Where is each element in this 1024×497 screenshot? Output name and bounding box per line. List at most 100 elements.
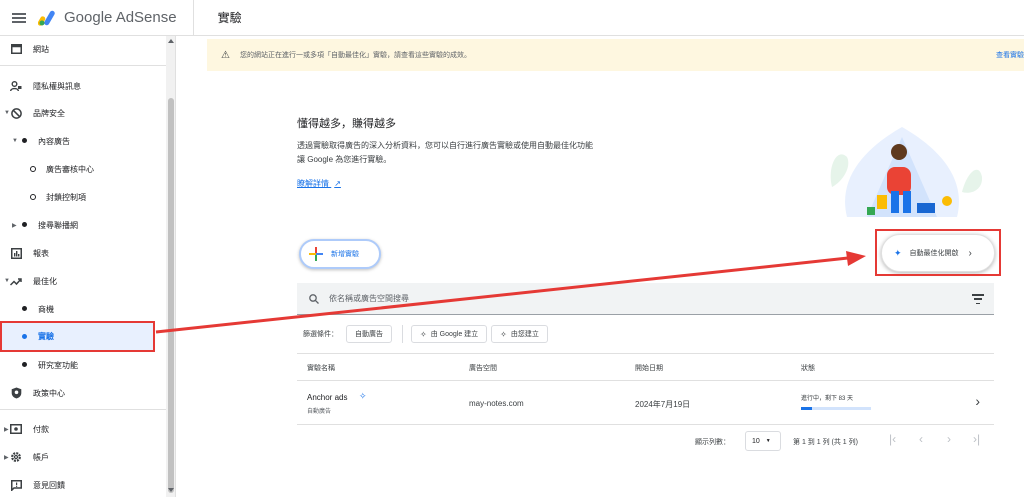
chip-label: 由您建立	[510, 331, 539, 338]
chip-user-created[interactable]: ✧ 由您建立	[491, 325, 548, 343]
column-header: 實驗名稱	[307, 365, 335, 372]
filter-icon[interactable]	[972, 294, 984, 304]
filter-label: 篩選條件：	[303, 331, 338, 338]
new-experiment-button[interactable]: 新增實驗	[299, 239, 381, 269]
sidebar-item-privacy[interactable]: 隱私權與訊息	[0, 73, 166, 99]
adsense-logo-icon	[38, 10, 55, 26]
sidebar-item-feedback[interactable]: 意見回饋	[0, 472, 166, 497]
banner-text: 您的網站正在進行一或多項「自動最佳化」實驗，請查看這些實驗的成效。	[239, 52, 471, 59]
payment-icon	[10, 423, 22, 435]
rows-per-page-value: 10	[752, 437, 760, 445]
status-text: 進行中，剩下 83 天	[801, 396, 854, 402]
sidebar-item-experiments[interactable]: 實驗	[0, 321, 155, 352]
chip-label: 自動廣告	[355, 331, 383, 338]
policy-icon	[10, 387, 22, 399]
caret-right-icon: ▶	[4, 454, 9, 461]
prev-page-icon[interactable]: ‹	[919, 432, 923, 446]
sidebar-item-label: 研究室功能	[38, 360, 78, 370]
caret-right-icon: ▶	[12, 222, 17, 229]
site-icon	[10, 43, 22, 55]
main-content: ⚠ 您的網站正在進行一或多項「自動最佳化」實驗，請查看這些實驗的成效。 查看實驗…	[177, 37, 1024, 497]
sidebar-item-account[interactable]: ▶ 帳戶	[0, 444, 166, 470]
adsense-logo[interactable]: Google AdSense	[38, 9, 177, 26]
search-bar[interactable]: 依名稱或廣告空間搜尋	[297, 283, 994, 315]
sidebar-item-labs[interactable]: 研究室功能	[0, 352, 166, 378]
sidebar-item-label: 最佳化	[33, 276, 57, 286]
caret-down-icon: ▼	[12, 138, 18, 144]
menu-icon[interactable]	[12, 12, 26, 23]
scroll-down-icon[interactable]	[168, 488, 174, 492]
learn-more-link[interactable]: 瞭解詳情 ↗	[297, 178, 341, 189]
search-icon	[309, 293, 319, 304]
sidebar-item-reports[interactable]: 報表	[0, 240, 166, 266]
pagination: 顯示列數： 10 ▼ 第 1 到 1 列 (共 1 列) |‹ ‹ › ›|	[297, 429, 994, 455]
wand-icon: ✧	[500, 329, 507, 339]
feedback-icon	[10, 479, 22, 491]
sidebar-item-optimization[interactable]: ▼ 最佳化	[0, 268, 166, 294]
bullet-icon	[22, 362, 27, 367]
sidebar-item-blocking[interactable]: 封鎖控制項	[0, 184, 166, 210]
notice-banner: ⚠ 您的網站正在進行一或多項「自動最佳化」實驗，請查看這些實驗的成效。 查看實驗	[207, 39, 1024, 71]
chevron-right-icon[interactable]: ›	[975, 393, 980, 409]
sidebar-item-label: 商機	[38, 304, 54, 314]
gear-icon	[10, 451, 22, 463]
sidebar-divider	[0, 65, 166, 66]
scroll-thumb[interactable]	[168, 98, 174, 493]
sidebar-item-label: 報表	[33, 248, 49, 258]
sidebar-item-label: 內容廣告	[38, 136, 70, 146]
bullet-icon	[22, 306, 27, 311]
sidebar-item-label: 搜尋聯播網	[38, 220, 78, 230]
sidebar-item-ad-review[interactable]: 廣告審核中心	[0, 156, 166, 182]
rows-per-page-select[interactable]: 10 ▼	[745, 431, 781, 451]
scroll-up-icon[interactable]	[168, 39, 174, 43]
warning-icon: ⚠	[221, 49, 230, 61]
hero-desc-line: 讓 Google 為您進行實驗。	[297, 155, 392, 164]
sidebar-item-brand-safety[interactable]: ▼ 品牌安全	[0, 100, 166, 126]
top-bar: Google AdSense 實驗	[0, 0, 1024, 36]
sidebar-item-label: 廣告審核中心	[46, 164, 94, 174]
bullet-icon	[22, 334, 27, 339]
next-page-icon[interactable]: ›	[947, 432, 951, 446]
view-experiments-link[interactable]: 查看實驗	[996, 50, 1024, 60]
block-icon	[10, 107, 22, 119]
sidebar-item-content-ads[interactable]: ▼ 內容廣告	[0, 128, 166, 154]
rows-per-page-label: 顯示列數：	[695, 439, 730, 446]
top-divider	[192, 0, 194, 36]
column-header: 狀態	[801, 365, 815, 372]
chip-google-created[interactable]: ✧ 由 Google 建立	[411, 325, 488, 343]
sparkle-icon: ✦	[894, 247, 902, 258]
ring-bullet-icon	[30, 194, 36, 200]
sidebar-item-payments[interactable]: ▶ 付款	[0, 416, 166, 442]
plus-icon	[309, 247, 323, 261]
sidebar-item-label: 政策中心	[33, 388, 65, 398]
last-page-icon[interactable]: ›|	[973, 432, 980, 446]
trending-icon	[10, 275, 22, 287]
sidebar-item-sites[interactable]: 網站	[0, 36, 166, 62]
learn-more-label: 瞭解詳情	[297, 179, 329, 188]
bullet-icon	[22, 138, 27, 143]
sidebar-item-label: 意見回饋	[33, 480, 65, 490]
caret-down-icon: ▼	[765, 438, 771, 444]
auto-optimize-button[interactable]: ✦ 自動最佳化開啟 ›	[881, 234, 995, 272]
filter-chips: 篩選條件： 自動廣告 ✧ 由 Google 建立 ✧ 由您建立	[297, 323, 548, 345]
chip-auto-ads[interactable]: 自動廣告	[346, 325, 392, 343]
progress-fill	[801, 407, 812, 410]
sidebar-item-label: 付款	[33, 424, 49, 434]
bullet-icon	[22, 222, 27, 227]
table-header: 實驗名稱 廣告空間 開始日期 狀態	[297, 353, 994, 381]
search-input[interactable]: 依名稱或廣告空間搜尋	[329, 293, 409, 304]
sidebar-item-label: 實驗	[38, 332, 54, 341]
experiment-type: 自動廣告	[307, 409, 332, 415]
hero-illustration	[830, 127, 983, 217]
auto-optimize-label: 自動最佳化開啟	[909, 250, 959, 257]
column-header: 廣告空間	[469, 365, 497, 372]
hero-title: 懂得越多，賺得越多	[297, 118, 396, 130]
sidebar-scrollbar[interactable]	[166, 36, 175, 497]
sidebar-item-label: 隱私權與訊息	[33, 81, 81, 91]
first-page-icon[interactable]: |‹	[889, 432, 896, 446]
sidebar-item-opportunities[interactable]: 商機	[0, 296, 166, 322]
sidebar-item-policy-center[interactable]: 政策中心	[0, 380, 166, 406]
table-row[interactable]: Anchor ads ✧ 自動廣告 may-notes.com 2024年7月1…	[297, 381, 994, 425]
sidebar-item-search-network[interactable]: ▶ 搜尋聯播網	[0, 212, 166, 238]
wand-icon: ✧	[420, 329, 427, 339]
